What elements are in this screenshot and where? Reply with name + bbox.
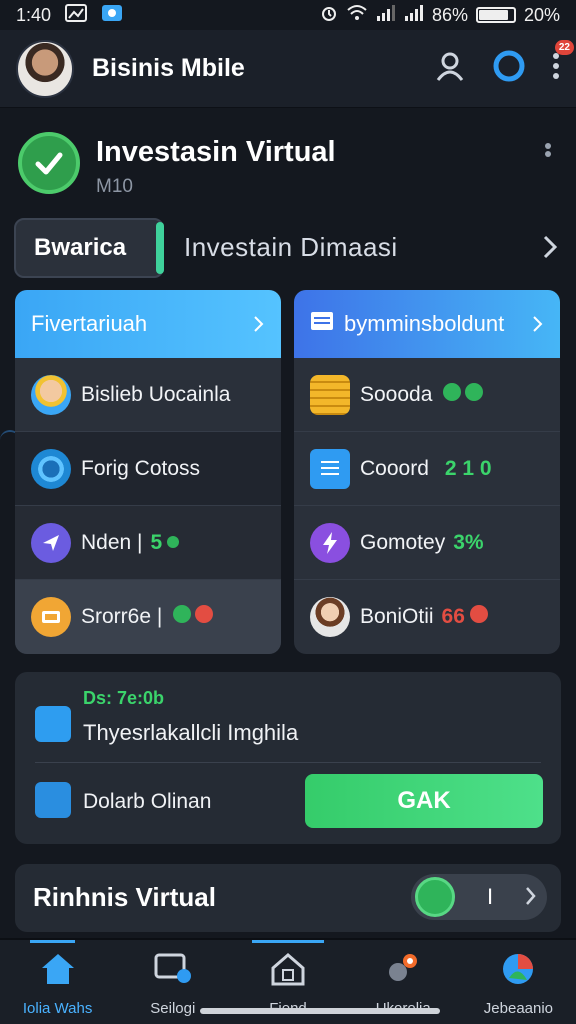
avatar[interactable]	[16, 39, 74, 98]
chevron-right-icon	[533, 316, 543, 332]
globe-icon	[499, 952, 537, 990]
more-vertical-icon[interactable]	[544, 142, 552, 171]
battery-icon	[475, 7, 516, 23]
alarm-icon	[320, 4, 338, 27]
app-notification-icon	[101, 4, 123, 27]
wifi-icon	[346, 4, 368, 27]
tab-bwarica[interactable]: Bwarica	[14, 218, 164, 278]
list-item-label: Nden |	[81, 530, 143, 554]
panel-right-header[interactable]: bymminsboldunt	[294, 290, 560, 358]
signal-icon-2	[404, 4, 424, 27]
list-item[interactable]: Cooord 2 1 0	[294, 432, 560, 506]
footer-card: Rinhnis Virtual I	[15, 864, 561, 932]
list-item[interactable]: BoniOtii 66	[294, 580, 560, 654]
red-dot-icon	[469, 604, 489, 630]
overflow-menu[interactable]: 22	[552, 40, 574, 85]
action-card: Ds: 7e:0b Thyesrlakallcli Imghila Dolarb…	[15, 672, 561, 844]
list-item[interactable]: Soooda	[294, 358, 560, 432]
nav-label: Seilogi	[150, 1000, 196, 1017]
notification-badge: 22	[554, 40, 574, 55]
panel-left-header[interactable]: Fivertariuah	[15, 290, 281, 358]
toggle-label: I	[487, 884, 494, 909]
send-icon	[31, 522, 71, 563]
signal-icon	[376, 4, 396, 27]
home-indicator[interactable]	[200, 1008, 440, 1014]
list-item-label: Srorr6e |	[81, 605, 163, 628]
list-item-label: Forig Cotoss	[81, 456, 201, 480]
list-item-value: 3%	[453, 530, 484, 554]
gallery-icon	[65, 3, 88, 27]
coins-icon	[310, 374, 350, 415]
hero-title: Investasin Virtual	[96, 136, 336, 168]
nav-label: Iolia Wahs	[22, 1000, 93, 1017]
panel-left-title: Fivertariuah	[31, 311, 148, 336]
tools-icon	[35, 782, 71, 818]
status-icons	[172, 604, 216, 630]
chevron-right-icon	[254, 316, 264, 332]
status-bar: 1:40 86% 20%	[0, 0, 576, 30]
list-item-label: Gomotey	[360, 530, 446, 554]
list-item-label: Soooda	[360, 382, 433, 406]
toggle-knob-icon	[415, 877, 455, 917]
profile-icon[interactable]	[434, 50, 466, 87]
id-card-icon	[35, 706, 71, 742]
list-item-label: BoniOtii	[360, 605, 434, 628]
tab-investain[interactable]: Investain Dimaasi	[184, 232, 398, 263]
action-card-label: Ds: 7e:0b	[83, 688, 165, 708]
house-outline-icon	[269, 952, 307, 990]
nav-label: Jebeaanio	[483, 1000, 554, 1017]
app-bar: Bisinis Mbile 22	[0, 30, 576, 108]
list-item[interactable]: Bislieb Uocainla	[15, 358, 281, 432]
footer-card-title: Rinhnis Virtual	[33, 882, 216, 912]
folder-icon	[31, 597, 71, 637]
list-item[interactable]: Nden | 5	[15, 506, 281, 580]
status-icons	[442, 382, 486, 408]
list-item-label: Bislieb Uocainla	[81, 382, 231, 406]
panel-right: bymminsboldunt Soooda Cooord 2 1 0 Gomot…	[294, 290, 560, 654]
extra-percent: 20%	[523, 4, 560, 25]
list-item[interactable]: Forig Cotoss	[15, 432, 281, 506]
list-item[interactable]: Gomotey 3%	[294, 506, 560, 580]
person-pin-icon	[384, 952, 422, 990]
status-time: 1:40	[16, 4, 52, 25]
divider	[35, 762, 541, 763]
gak-button[interactable]: GAK	[305, 774, 543, 828]
battery-fill	[478, 10, 509, 20]
list-document-icon	[310, 448, 350, 489]
list-item-value: 66	[441, 605, 465, 628]
hero-section: Investasin Virtual M10	[14, 118, 562, 200]
list-item-value: 5	[150, 530, 163, 554]
tab-bar: Bwarica Investain Dimaasi	[14, 218, 562, 280]
green-dot-icon	[166, 531, 180, 555]
battery-percent: 86%	[431, 4, 468, 25]
list-item[interactable]: Srorr6e |	[15, 580, 281, 654]
app-title: Bisinis Mbile	[92, 54, 245, 82]
target-icon	[31, 448, 71, 489]
hero-subtitle: M10	[96, 176, 133, 197]
action-card-title: Thyesrlakallcli Imghila	[83, 720, 299, 745]
lightning-icon	[310, 522, 350, 563]
more-vertical-icon	[553, 53, 559, 79]
panel-right-title: bymminsboldunt	[344, 311, 505, 336]
virtual-toggle[interactable]: I	[411, 874, 547, 920]
nav-item-jebeaanio[interactable]: Jebeaanio	[461, 940, 576, 1024]
assistant-ring-icon[interactable]	[492, 49, 526, 88]
worker-avatar-icon	[31, 374, 71, 415]
person-avatar-icon	[310, 597, 350, 637]
nav-item-home[interactable]: Iolia Wahs	[0, 940, 115, 1024]
check-circle-icon	[18, 132, 80, 194]
chevron-right-icon[interactable]	[542, 234, 558, 265]
action-card-row-label: Dolarb Olinan	[83, 790, 212, 813]
chat-monitor-icon	[154, 952, 192, 990]
list-item-value: 2 1 0	[444, 456, 492, 480]
panel-left: Fivertariuah Bislieb Uocainla Forig Coto…	[15, 290, 281, 654]
home-icon	[39, 952, 77, 990]
list-item-label: Cooord	[360, 456, 429, 480]
document-icon	[310, 311, 334, 337]
chevron-right-icon	[525, 886, 537, 911]
